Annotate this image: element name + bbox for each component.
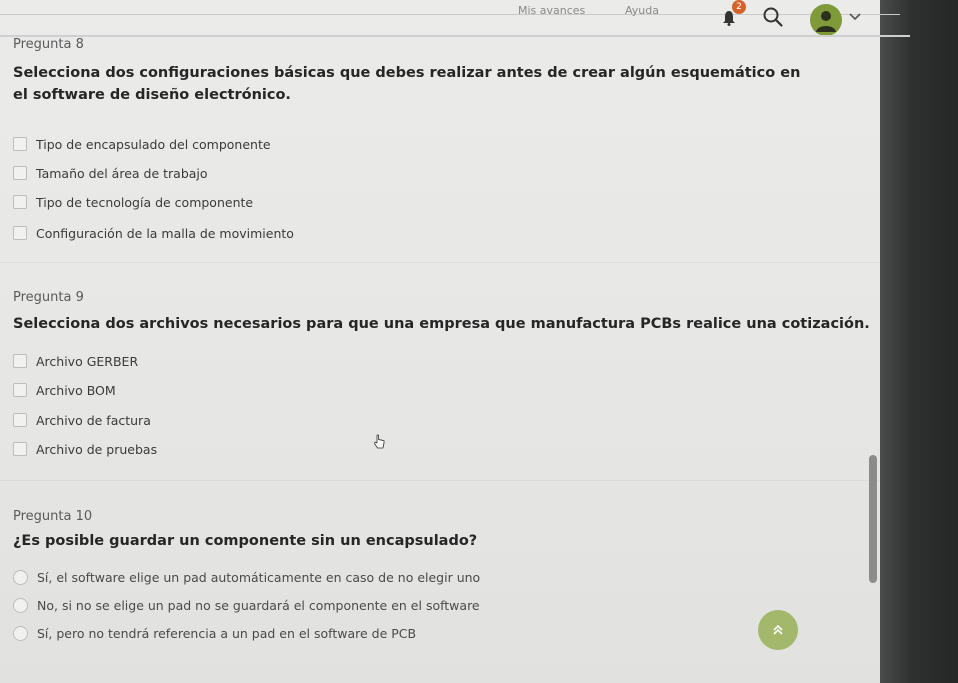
question-9-text: Selecciona dos archivos necesarios para … (13, 316, 870, 332)
checkbox[interactable] (13, 442, 27, 456)
question-9-number: Pregunta 9 (13, 290, 84, 305)
search-icon[interactable] (762, 6, 784, 28)
question-8-option-3[interactable]: Tipo de tecnología de componente (13, 192, 253, 212)
question-9-option-3[interactable]: Archivo de factura (13, 410, 151, 430)
checkbox[interactable] (13, 166, 27, 180)
scroll-to-top-button[interactable] (758, 610, 798, 650)
option-label: Archivo de pruebas (36, 441, 158, 457)
question-8-text: Selecciona dos configuraciones básicas q… (13, 65, 801, 103)
option-label: Configuración de la malla de movimiento (36, 225, 294, 241)
scrollbar-thumb[interactable] (869, 455, 877, 583)
double-chevron-up-icon (773, 624, 783, 635)
option-label: Tipo de encapsulado del componente (36, 136, 271, 152)
question-10-number: Pregunta 10 (13, 509, 93, 524)
option-label: Tipo de tecnología de componente (36, 194, 254, 210)
option-label: No, si no se elige un pad no se guardará… (37, 597, 480, 613)
header-divider (0, 35, 910, 37)
question-8-option-4[interactable]: Configuración de la malla de movimiento (13, 223, 294, 243)
chevron-down-icon[interactable] (848, 12, 862, 22)
option-label: Archivo GERBER (36, 353, 139, 369)
option-label: Sí, el software elige un pad automáticam… (37, 569, 481, 585)
question-9-option-4[interactable]: Archivo de pruebas (13, 439, 157, 459)
checkbox[interactable] (13, 226, 27, 240)
checkbox[interactable] (13, 383, 27, 397)
checkbox[interactable] (13, 354, 27, 368)
radio-button[interactable] (13, 569, 28, 585)
question-10-option-2[interactable]: No, si no se elige un pad no se guardará… (13, 595, 480, 615)
avatar-icon[interactable] (810, 4, 842, 36)
top-bar: Mis avances Ayuda 2 (0, 0, 910, 38)
question-10-option-1[interactable]: Sí, el software elige un pad automáticam… (13, 567, 480, 587)
question-9-option-2[interactable]: Archivo BOM (13, 380, 116, 400)
option-label: Sí, pero no tendrá referencia a un pad e… (37, 625, 417, 641)
question-8-number: Pregunta 8 (13, 37, 84, 52)
question-10-option-3[interactable]: Sí, pero no tendrá referencia a un pad e… (13, 623, 416, 643)
checkbox[interactable] (13, 195, 27, 209)
checkbox[interactable] (13, 137, 27, 151)
question-9-option-1[interactable]: Archivo GERBER (13, 351, 138, 371)
option-label: Archivo de factura (36, 412, 151, 428)
question-divider (0, 262, 880, 263)
nav-link-mis-avances[interactable]: Mis avances (518, 4, 585, 17)
question-8-option-1[interactable]: Tipo de encapsulado del componente (13, 134, 271, 154)
background-area (880, 0, 958, 683)
radio-button[interactable] (13, 625, 28, 641)
hand-cursor-icon (374, 434, 385, 449)
option-label: Tamaño del área de trabajo (36, 165, 208, 181)
radio-button[interactable] (13, 597, 28, 613)
notification-badge: 2 (732, 0, 746, 14)
option-label: Archivo BOM (36, 382, 116, 398)
nav-link-ayuda[interactable]: Ayuda (625, 4, 659, 17)
checkbox[interactable] (13, 413, 27, 427)
question-divider (0, 480, 880, 481)
question-8-option-2[interactable]: Tamaño del área de trabajo (13, 163, 208, 183)
question-10-text: ¿Es posible guardar un componente sin un… (13, 533, 478, 549)
